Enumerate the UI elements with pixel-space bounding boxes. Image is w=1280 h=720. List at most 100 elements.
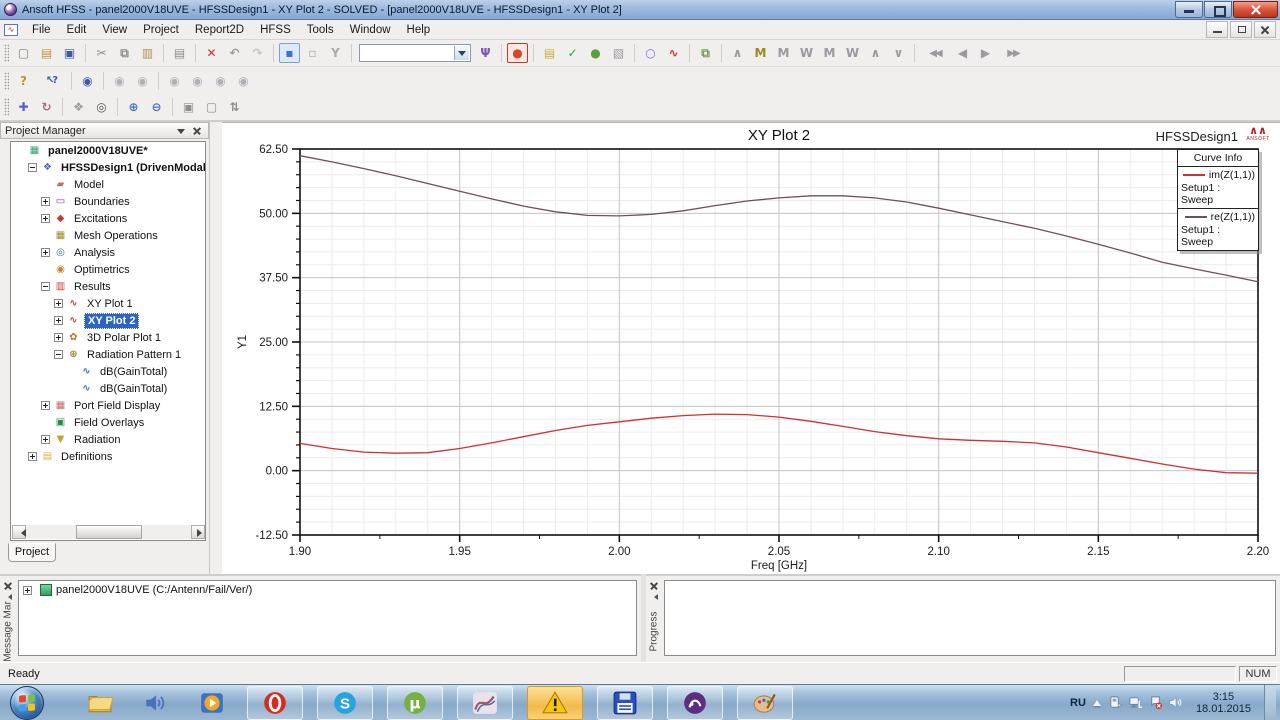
wave-min-icon[interactable]: W	[796, 43, 817, 63]
tray-expand-icon[interactable]	[1093, 696, 1101, 706]
nav-prev-icon[interactable]: ◀	[952, 43, 973, 63]
help-topics-icon[interactable]: ?	[13, 71, 34, 91]
tree-item-panel2000v18uve[interactable]: ▦panel2000V18UVE*	[11, 142, 205, 159]
wave-m2-icon[interactable]: M	[819, 43, 840, 63]
scroll-right-icon[interactable]	[191, 525, 205, 539]
tree-item-hfssdesign1-drivenmodal[interactable]: ❖HFSSDesign1 (DrivenModal)*	[11, 159, 205, 176]
menu-project[interactable]: Project	[135, 21, 187, 39]
zoom-magnifier-icon[interactable]: ○	[640, 43, 661, 63]
show-all-icon[interactable]: ◉	[77, 71, 98, 91]
wave-max-icon[interactable]: M	[750, 43, 771, 63]
scroll-track[interactable]	[26, 525, 191, 539]
keyboard-layout-indicator[interactable]: RU	[1070, 697, 1086, 709]
results-doc-icon[interactable]: ▧	[608, 43, 629, 63]
print-icon[interactable]: ▤	[169, 43, 190, 63]
visibility-3-icon[interactable]: ◉	[210, 71, 231, 91]
cut-icon[interactable]: ✂	[91, 43, 112, 63]
paste-icon[interactable]: ▥	[137, 43, 158, 63]
removable-device-icon[interactable]	[1108, 695, 1123, 710]
expand-icon[interactable]	[41, 435, 50, 444]
tray-volume-icon[interactable]	[1168, 695, 1183, 710]
message-expander[interactable]	[23, 586, 32, 595]
taskbar-app-save-tool[interactable]	[597, 686, 653, 720]
select-object-icon[interactable]: ▪	[279, 43, 300, 63]
expand-icon[interactable]	[54, 333, 63, 342]
open-project-icon[interactable]: ▤	[36, 43, 57, 63]
menu-report2d[interactable]: Report2D	[187, 21, 252, 39]
menu-edit[interactable]: Edit	[59, 21, 95, 39]
nav-first-icon[interactable]: ◀◀	[920, 43, 950, 63]
redo-icon[interactable]: ↷	[247, 43, 268, 63]
select-face-icon[interactable]: ▫	[302, 43, 323, 63]
tree-item-radiation-pattern-1[interactable]: ⊕Radiation Pattern 1	[11, 346, 205, 363]
mdi-minimize-button[interactable]	[1206, 21, 1228, 38]
toolbar-combobox-input[interactable]	[360, 46, 454, 60]
mdi-restore-button[interactable]	[1230, 21, 1252, 38]
taskbar-app-media-player[interactable]	[190, 686, 234, 720]
collapse-icon[interactable]	[28, 163, 37, 172]
menu-file[interactable]: File	[24, 21, 59, 39]
expand-icon[interactable]	[54, 299, 63, 308]
solve-setup-icon[interactable]: ●	[507, 43, 528, 63]
taskbar-app-paint[interactable]	[737, 686, 793, 720]
minimize-button[interactable]	[1175, 1, 1203, 18]
tree-item-xy-plot-1[interactable]: ∿XY Plot 1	[11, 295, 205, 312]
menu-tools[interactable]: Tools	[299, 21, 342, 39]
combobox-dropdown-icon[interactable]	[454, 46, 469, 60]
coordinate-axes-icon[interactable]: ⇅	[224, 97, 245, 117]
message-manager-close-icon[interactable]	[2, 580, 14, 592]
copy-image-icon[interactable]: ⧉	[695, 43, 716, 63]
visibility-1-icon[interactable]: ◉	[164, 71, 185, 91]
taskbar-app-graph-app[interactable]	[457, 686, 513, 720]
taskbar-app-opera[interactable]	[247, 686, 303, 720]
pan-icon[interactable]: ❖	[68, 97, 89, 117]
tree-item-definitions[interactable]: ▤Definitions	[11, 448, 205, 465]
taskbar-app-utorrent[interactable]: µ	[387, 686, 443, 720]
close-button[interactable]	[1233, 1, 1278, 18]
collapse-icon[interactable]	[41, 282, 50, 291]
start-button[interactable]	[10, 686, 44, 720]
expand-icon[interactable]	[28, 452, 37, 461]
taskbar-app-volume-mixer[interactable]	[134, 686, 178, 720]
validation-check-icon[interactable]: ✓	[562, 43, 583, 63]
zoom-in-icon[interactable]: ⊕	[123, 97, 144, 117]
show-desktop-button[interactable]	[1264, 685, 1276, 720]
zoom-window-icon[interactable]: ▣	[178, 97, 199, 117]
expand-icon[interactable]	[41, 248, 50, 257]
tree-item-analysis[interactable]: ◎Analysis	[11, 244, 205, 261]
variables-icon[interactable]: Ψ	[475, 43, 496, 63]
mdi-close-button[interactable]	[1254, 21, 1276, 38]
wave-up-icon[interactable]: ∧	[865, 43, 886, 63]
visibility-2-icon[interactable]: ◉	[187, 71, 208, 91]
visibility-4-icon[interactable]: ◉	[233, 71, 254, 91]
menu-help[interactable]: Help	[399, 21, 439, 39]
panel-menu-icon[interactable]	[174, 124, 188, 137]
new-document-icon[interactable]: ▢	[13, 43, 34, 63]
expand-icon[interactable]	[41, 214, 50, 223]
action-center-icon[interactable]	[1148, 695, 1163, 710]
restore-button[interactable]	[1204, 1, 1232, 18]
taskbar-app-skype[interactable]: S	[317, 686, 373, 720]
tree-item-results[interactable]: ▥Results	[11, 278, 205, 295]
wave-w2-icon[interactable]: W	[842, 43, 863, 63]
hide-selection-icon[interactable]: ◉	[109, 71, 130, 91]
menu-view[interactable]: View	[94, 21, 135, 39]
context-help-icon[interactable]: ↖?	[36, 71, 66, 91]
validate-icon[interactable]: ▤	[539, 43, 560, 63]
toolbar-combobox[interactable]	[359, 44, 471, 62]
progress-close-icon[interactable]	[648, 580, 660, 592]
dynamic-zoom-icon[interactable]: ◎	[91, 97, 112, 117]
boolean-unite-icon[interactable]: ✚	[13, 97, 34, 117]
scroll-left-icon[interactable]	[12, 525, 26, 539]
plot-curve-icon[interactable]: ∿	[663, 43, 684, 63]
message-item[interactable]: panel2000V18UVE (C:/Antenn/Fail/Ver/)	[23, 584, 632, 596]
wave-peak-icon[interactable]: ∧	[727, 43, 748, 63]
tree-item-db-gaintotal[interactable]: ∿dB(GainTotal)	[11, 363, 205, 380]
taskbar-app-explorer[interactable]	[78, 686, 122, 720]
analyze-all-icon[interactable]: ●	[585, 43, 606, 63]
tree-item-boundaries[interactable]: ▭Boundaries	[11, 193, 205, 210]
expand-icon[interactable]	[41, 197, 50, 206]
zoom-out-icon[interactable]: ⊖	[146, 97, 167, 117]
clock[interactable]: 3:15 18.01.2015	[1190, 691, 1257, 715]
copy-icon[interactable]: ⧉	[114, 43, 135, 63]
